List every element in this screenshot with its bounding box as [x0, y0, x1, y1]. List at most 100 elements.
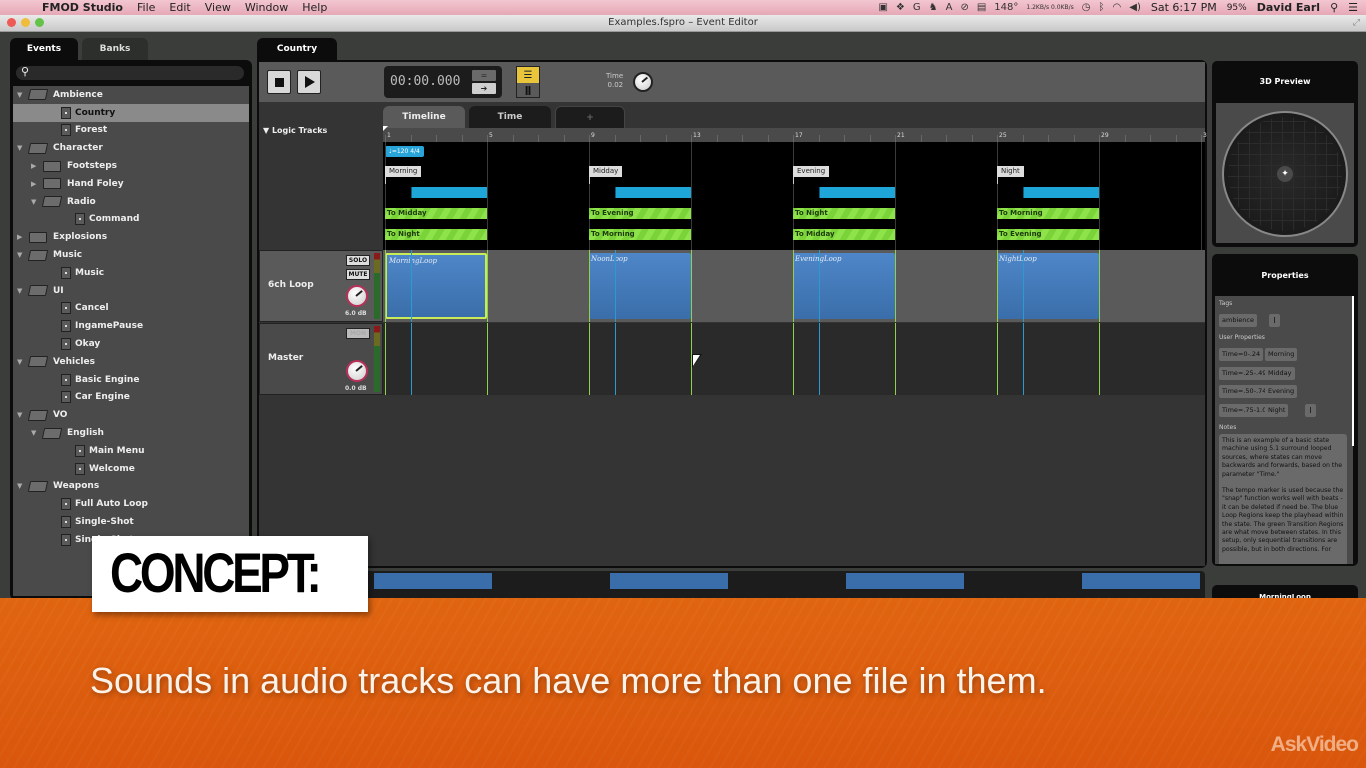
chevron-down-icon[interactable]: ▼	[31, 429, 39, 437]
user-name[interactable]: David Earl	[1257, 1, 1320, 14]
user-property-key[interactable]: Time=.25-.49	[1219, 366, 1270, 380]
wifi-icon[interactable]: ◠	[1113, 2, 1122, 13]
notes-textarea[interactable]: This is an example of a basic state mach…	[1219, 434, 1347, 564]
destination-marker[interactable]: Evening	[793, 166, 830, 184]
volume-knob[interactable]	[346, 285, 368, 307]
add-parameter-tab[interactable]: +	[555, 106, 625, 128]
tree-folder[interactable]: ▼ VO	[13, 406, 249, 424]
loop-playback-toggle[interactable]: ☰ ǁ	[516, 66, 540, 98]
track-lane[interactable]	[383, 323, 1205, 395]
bluetooth-icon[interactable]: ᛒ	[1099, 2, 1105, 13]
menu-window[interactable]: Window	[245, 1, 288, 14]
menu-view[interactable]: View	[205, 1, 231, 14]
user-property-value[interactable]: Night	[1265, 403, 1289, 417]
inbox-icon[interactable]: ▤	[977, 2, 986, 13]
menu-app-name[interactable]: FMOD Studio	[42, 1, 123, 14]
chevron-down-icon[interactable]: ▼	[17, 251, 25, 259]
user-property-key[interactable]: Time=0-.24	[1219, 348, 1264, 361]
font-icon[interactable]: A	[946, 2, 953, 13]
tree-event[interactable]: Single-Shot	[13, 513, 249, 531]
tree-folder[interactable]: ▼ English	[13, 424, 249, 442]
chevron-right-icon[interactable]: ▶	[31, 162, 39, 170]
logic-tracks-header[interactable]: ▼ Logic Tracks	[263, 126, 327, 135]
chevron-down-icon[interactable]: ▼	[31, 198, 39, 206]
chevron-right-icon[interactable]: ▶	[31, 180, 39, 188]
tree-folder[interactable]: ▼ Ambience	[13, 86, 249, 104]
transition-region[interactable]: To Night	[385, 229, 487, 240]
listener-icon[interactable]: ✦	[1277, 166, 1293, 182]
chevron-down-icon[interactable]: ▼	[17, 358, 25, 366]
user-property-value[interactable]: Midday	[1265, 366, 1295, 380]
tree-folder[interactable]: ▼ UI	[13, 282, 249, 300]
transition-region[interactable]: To Evening	[589, 208, 691, 219]
tab-time-parameter[interactable]: Time	[469, 106, 551, 128]
transition-region[interactable]: To Evening	[997, 229, 1099, 240]
audio-clip[interactable]: NightLoop	[997, 253, 1099, 319]
add-user-property-icon[interactable]: I	[1305, 403, 1316, 417]
volume-icon[interactable]: ◀)	[1129, 2, 1141, 13]
menu-edit[interactable]: Edit	[169, 1, 190, 14]
tree-folder[interactable]: ▼ Weapons	[13, 478, 249, 496]
timeline-overview[interactable]	[259, 571, 1205, 601]
destination-marker[interactable]: Night	[997, 166, 1024, 184]
search-input[interactable]: ⚲	[16, 65, 244, 80]
clock[interactable]: Sat 6:17 PM	[1151, 1, 1217, 14]
3d-panner[interactable]: ✦	[1222, 111, 1348, 237]
time-machine-icon[interactable]: ◷	[1082, 2, 1091, 13]
tempo-marker[interactable]: ♩=120 4/4	[385, 146, 424, 157]
dropbox-icon[interactable]: ❖	[896, 2, 905, 13]
tree-event[interactable]: Cancel	[13, 300, 249, 318]
loop-region[interactable]	[614, 187, 691, 198]
tree-folder[interactable]: ▼ Radio	[13, 193, 249, 211]
tree-event[interactable]: Welcome	[13, 460, 249, 478]
user-property-key[interactable]: Time=.50-.74	[1219, 385, 1270, 398]
solo-button[interactable]: SOLO	[346, 255, 370, 266]
chevron-right-icon[interactable]: ▶	[17, 233, 25, 241]
tree-event[interactable]: Full Auto Loop	[13, 495, 249, 513]
timeline-ruler[interactable]: 1 5 9 13 17 21 25 29 3	[383, 128, 1207, 142]
tree-folder[interactable]: ▼ Character	[13, 139, 249, 157]
user-property-value[interactable]: Morning	[1265, 348, 1298, 361]
tree-folder[interactable]: ▶ Hand Foley	[13, 175, 249, 193]
tree-event[interactable]: Command	[13, 211, 249, 229]
notifications-icon[interactable]: ☰	[1348, 1, 1358, 14]
tab-timeline[interactable]: Timeline	[383, 106, 465, 128]
tree-folder[interactable]: ▼ Music	[13, 246, 249, 264]
battery-readout[interactable]: 95%	[1227, 3, 1247, 13]
properties-scrollbar[interactable]	[1352, 296, 1354, 446]
destination-marker[interactable]: Midday	[589, 166, 623, 184]
playhead[interactable]	[383, 126, 388, 131]
tree-event[interactable]: Okay	[13, 335, 249, 353]
tag-chip[interactable]: ambience	[1219, 314, 1257, 327]
audio-clip[interactable]: EveningLoop	[793, 253, 895, 319]
destination-marker[interactable]: Morning	[385, 166, 422, 184]
transition-region[interactable]: To Morning	[589, 229, 691, 240]
tree-event[interactable]: Car Engine	[13, 389, 249, 407]
stop-button[interactable]	[267, 70, 291, 94]
track-header[interactable]: Master MON 0.0 dB	[259, 323, 383, 395]
tree-event[interactable]: Main Menu	[13, 442, 249, 460]
tab-event-country[interactable]: Country	[257, 38, 337, 60]
chevron-down-icon[interactable]: ▼	[17, 91, 25, 99]
audio-clip[interactable]: NoonLoop	[589, 253, 691, 319]
mute-button[interactable]: MUTE	[346, 269, 370, 280]
chevron-down-icon[interactable]: ▼	[17, 144, 25, 152]
menu-help[interactable]: Help	[302, 1, 327, 14]
timecode-mode-beats[interactable]: =	[472, 70, 496, 81]
track-header[interactable]: 6ch Loop SOLO MUTE 6.0 dB	[259, 250, 383, 322]
user-property-value[interactable]: Evening	[1265, 385, 1298, 398]
tab-events[interactable]: Events	[10, 38, 78, 60]
transition-region[interactable]: To Morning	[997, 208, 1099, 219]
track-lane[interactable]: MorningLoop NoonLoop EveningLoop NightLoop	[383, 250, 1205, 322]
loop-region[interactable]	[1022, 187, 1099, 198]
tree-event[interactable]: Forest	[13, 122, 249, 140]
tree-folder[interactable]: ▼ Vehicles	[13, 353, 249, 371]
tree-event[interactable]: IngamePause	[13, 317, 249, 335]
monitor-button[interactable]: MON	[346, 328, 370, 339]
tab-banks[interactable]: Banks	[82, 38, 148, 60]
parameter-knob[interactable]	[633, 72, 653, 92]
tree-event[interactable]: Country	[13, 103, 249, 122]
chevron-down-icon[interactable]: ▼	[17, 411, 25, 419]
chevron-down-icon[interactable]: ▼	[17, 287, 25, 295]
evernote-icon[interactable]: ♞	[929, 2, 938, 13]
